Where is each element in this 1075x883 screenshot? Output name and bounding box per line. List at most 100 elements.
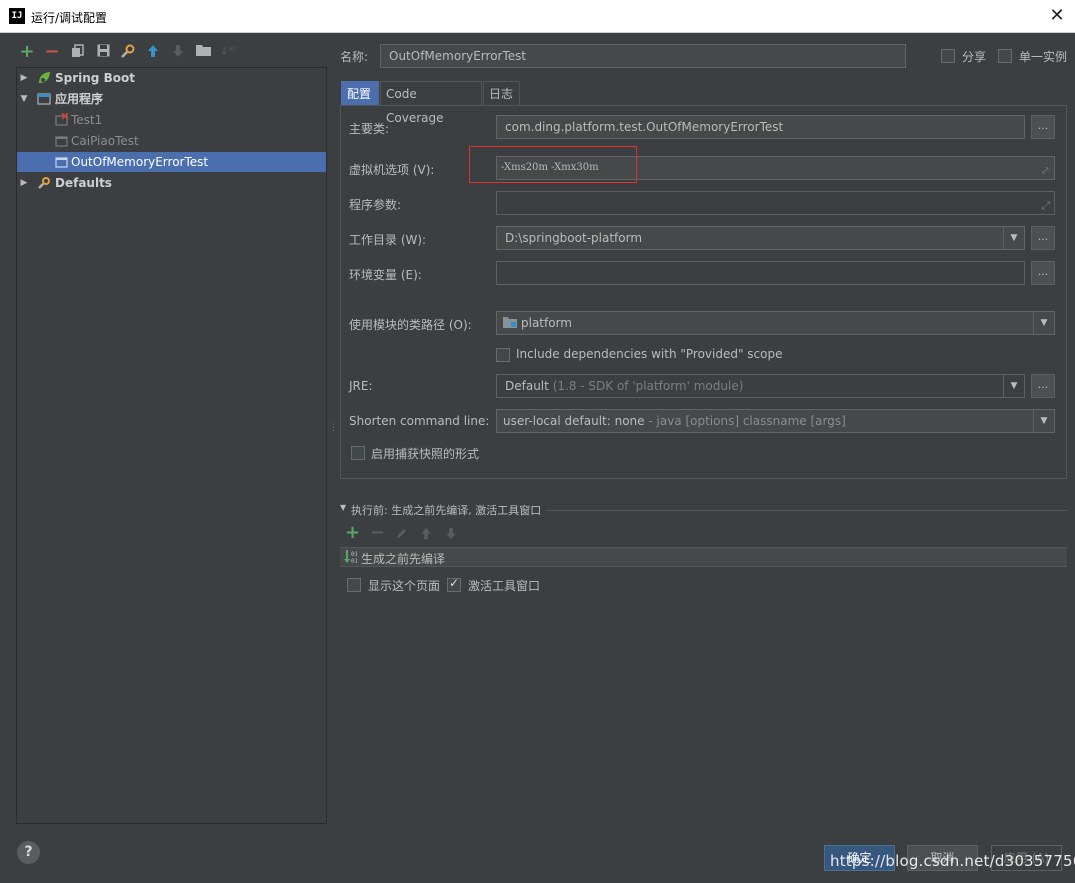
share-label: 分享 (962, 50, 987, 64)
jre-label: JRE: (349, 379, 373, 393)
activate-tool-window-checkbox[interactable] (447, 576, 461, 592)
chevron-down-icon[interactable]: ▼ (1033, 410, 1054, 432)
main-class-input[interactable]: com.ding.platform.test.OutOfMemoryErrorT… (496, 115, 1025, 139)
jre-value-detail: (1.8 - SDK of 'platform' module) (552, 379, 744, 393)
tree-item-spring-boot[interactable]: ▶ Spring Boot (17, 68, 326, 88)
edit-icon[interactable] (395, 527, 409, 541)
env-vars-input[interactable] (496, 261, 1025, 285)
module-classpath-label: 使用模块的类路径 (O): (349, 318, 472, 332)
chevron-down-icon[interactable]: ▼ (1003, 375, 1024, 397)
shorten-command-line-label: Shorten command line: (349, 414, 490, 428)
intellij-app-icon: IJ (9, 8, 25, 24)
main-class-label: 主要类: (349, 122, 390, 136)
config-icon (55, 134, 69, 148)
single-instance-checkbox[interactable] (998, 49, 1012, 63)
expand-field-icon[interactable]: ⤢ (1041, 195, 1050, 214)
remove-icon[interactable]: − (44, 43, 60, 61)
tab-logs[interactable]: 日志 (483, 81, 520, 105)
before-launch-title: 执行前: 生成之前先编译, 激活工具窗口 (351, 504, 542, 517)
help-button[interactable]: ? (17, 841, 40, 864)
module-classpath-value: platform (521, 316, 572, 330)
working-dir-dropdown[interactable]: D:\springboot-platform ▼ (496, 226, 1025, 250)
program-args-input[interactable]: ⤢ (496, 191, 1055, 215)
folder-icon[interactable] (195, 44, 211, 60)
include-dependencies-label: Include dependencies with "Provided" sco… (516, 347, 783, 361)
add-icon[interactable]: + (345, 524, 360, 542)
application-icon (37, 92, 51, 106)
configuration-tree[interactable]: ▶ Spring Boot ▼ 应用程序 Test1 CaiPiaoTest O… (16, 67, 327, 824)
add-icon[interactable]: + (19, 43, 35, 61)
tree-item-test1[interactable]: Test1 (17, 110, 326, 130)
shorten-command-line-dropdown[interactable]: user-local default: none - java [options… (496, 409, 1055, 433)
before-launch-item[interactable]: 生成之前先编译 (361, 550, 445, 567)
move-down-icon[interactable] (170, 44, 186, 60)
share-checkbox[interactable] (941, 49, 955, 63)
watermark: https://blog.csdn.net/d303577562 (830, 852, 1075, 870)
close-icon[interactable]: ✕ (1047, 5, 1067, 27)
wrench-icon (37, 176, 51, 190)
show-page-label: 显示这个页面 (368, 579, 441, 593)
title-bar: IJ 运行/调试配置 ✕ (0, 0, 1075, 33)
snapshot-label: 启用捕获快照的形式 (371, 447, 480, 461)
tree-item-label: CaiPiaoTest (71, 134, 139, 148)
move-up-icon[interactable] (145, 44, 161, 60)
module-classpath-dropdown[interactable]: platform ▼ (496, 311, 1055, 335)
tree-item-application[interactable]: ▼ 应用程序 (17, 89, 326, 109)
collapse-arrow-icon[interactable]: ▼ (19, 89, 29, 109)
splitter-handle[interactable]: ⋮ (329, 424, 338, 438)
env-vars-browse-button[interactable]: ... (1031, 261, 1055, 285)
shorten-command-line-detail: - java [options] classname [args] (648, 414, 846, 428)
tree-item-defaults[interactable]: ▶ Defaults (17, 173, 326, 193)
move-down-icon[interactable] (445, 527, 457, 541)
tree-item-label: OutOfMemoryErrorTest (71, 155, 209, 169)
config-error-icon (55, 112, 69, 127)
config-icon (55, 155, 69, 169)
expand-arrow-icon[interactable]: ▶ (19, 173, 29, 193)
activate-tool-window-label: 激活工具窗口 (468, 579, 541, 593)
tree-item-label: Spring Boot (55, 71, 135, 85)
tree-item-label: Test1 (71, 113, 103, 127)
jre-dropdown[interactable]: Default (1.8 - SDK of 'platform' module)… (496, 374, 1025, 398)
snapshot-checkbox[interactable] (351, 446, 365, 460)
main-class-browse-button[interactable]: ... (1031, 115, 1055, 139)
name-input[interactable]: OutOfMemoryErrorTest (380, 44, 906, 68)
vm-options-label: 虚拟机选项 (V): (349, 163, 435, 177)
build-icon: 01 01 (343, 549, 359, 565)
tab-code-coverage[interactable]: Code Coverage (380, 81, 482, 125)
highlight-box (469, 146, 637, 183)
before-launch-list[interactable]: 01 01 生成之前先编译 (340, 547, 1067, 567)
single-instance-label: 单一实例 (1019, 50, 1068, 64)
chevron-down-icon[interactable]: ▼ (1033, 312, 1054, 334)
expand-arrow-icon[interactable]: ▶ (19, 68, 29, 88)
copy-icon[interactable] (70, 44, 86, 60)
env-vars-label: 环境变量 (E): (349, 268, 422, 282)
window-title: 运行/调试配置 (31, 11, 108, 25)
chevron-down-icon[interactable]: ▼ (1003, 227, 1024, 249)
jre-browse-button[interactable]: ... (1031, 374, 1055, 398)
working-dir-value: D:\springboot-platform (505, 231, 643, 245)
working-dir-label: 工作目录 (W): (349, 233, 427, 247)
include-dependencies-checkbox[interactable] (496, 348, 510, 362)
remove-icon[interactable]: − (370, 524, 385, 542)
module-folder-icon (503, 313, 517, 335)
tree-item-caipiaotest[interactable]: CaiPiaoTest (17, 131, 326, 151)
tree-item-label: Defaults (55, 176, 112, 190)
tab-configuration[interactable]: 配置 (341, 81, 379, 105)
expand-field-icon[interactable]: ⤢ (1041, 160, 1050, 179)
show-page-checkbox[interactable] (347, 578, 361, 592)
working-dir-browse-button[interactable]: ... (1031, 226, 1055, 250)
svg-text:01: 01 (351, 558, 357, 565)
tree-item-outofmemoryerrortest[interactable]: OutOfMemoryErrorTest (17, 152, 326, 172)
jre-value: Default (505, 379, 549, 393)
program-args-label: 程序参数: (349, 198, 402, 212)
shorten-command-line-value: user-local default: none (503, 414, 645, 428)
svg-text:01: 01 (351, 551, 357, 558)
spring-boot-icon (37, 71, 51, 85)
collapse-arrow-icon[interactable]: ▼ (340, 503, 346, 512)
name-label: 名称: (340, 50, 369, 64)
save-icon[interactable] (95, 44, 111, 60)
move-up-icon[interactable] (420, 527, 432, 541)
sort-icon[interactable]: ↓ᵃᶻ (220, 44, 236, 60)
wrench-icon[interactable] (119, 44, 135, 60)
section-divider (546, 510, 1067, 511)
